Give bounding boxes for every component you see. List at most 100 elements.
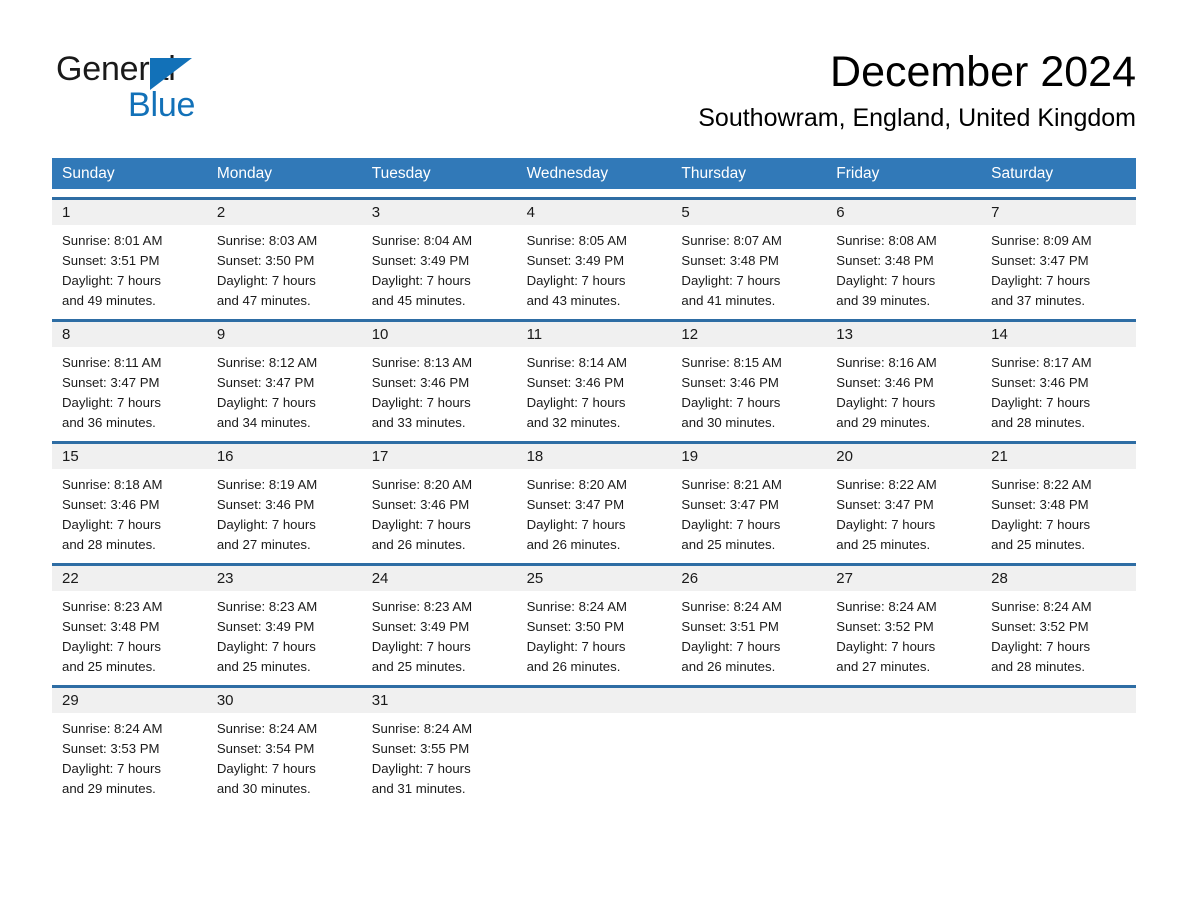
day-cell[interactable]: 2 Sunrise: 8:03 AM Sunset: 3:50 PM Dayli… xyxy=(206,200,362,311)
day-cell[interactable]: 9 Sunrise: 8:12 AM Sunset: 3:47 PM Dayli… xyxy=(206,322,362,433)
sunset-text: Sunset: 3:46 PM xyxy=(371,375,470,390)
day-cell[interactable]: 30 Sunrise: 8:24 AM Sunset: 3:54 PM Dayl… xyxy=(206,688,362,799)
day-info: Sunrise: 8:13 AM Sunset: 3:46 PM Dayligh… xyxy=(362,347,517,433)
sunset-text: Sunset: 3:48 PM xyxy=(62,619,160,634)
day-cell[interactable]: 1 Sunrise: 8:01 AM Sunset: 3:51 PM Dayli… xyxy=(52,200,207,311)
day-info: Sunrise: 8:07 AM Sunset: 3:48 PM Dayligh… xyxy=(671,225,826,311)
daylight-text-line1: Daylight: 7 hours xyxy=(216,761,316,776)
daylight-text-line2: and 27 minutes. xyxy=(836,659,931,674)
day-number: 20 xyxy=(826,444,982,469)
day-cell[interactable]: 16 Sunrise: 8:19 AM Sunset: 3:46 PM Dayl… xyxy=(206,444,362,555)
day-cell[interactable]: 31 Sunrise: 8:24 AM Sunset: 3:55 PM Dayl… xyxy=(361,688,517,799)
day-number: 21 xyxy=(981,444,1136,469)
day-cell[interactable]: 28 Sunrise: 8:24 AM Sunset: 3:52 PM Dayl… xyxy=(981,566,1136,677)
day-cell[interactable]: 10 Sunrise: 8:13 AM Sunset: 3:46 PM Dayl… xyxy=(361,322,517,433)
daylight-text-line1: Daylight: 7 hours xyxy=(62,273,161,288)
sunrise-text: Sunrise: 8:23 AM xyxy=(62,599,163,614)
daylight-text-line1: Daylight: 7 hours xyxy=(371,639,471,654)
sunrise-text: Sunrise: 8:24 AM xyxy=(62,721,163,736)
day-info: Sunrise: 8:18 AM Sunset: 3:46 PM Dayligh… xyxy=(52,469,207,555)
day-info: Sunrise: 8:21 AM Sunset: 3:47 PM Dayligh… xyxy=(671,469,826,555)
day-cell[interactable]: 20 Sunrise: 8:22 AM Sunset: 3:47 PM Dayl… xyxy=(826,444,982,555)
daylight-text-line1: Daylight: 7 hours xyxy=(371,761,471,776)
daylight-text-line1: Daylight: 7 hours xyxy=(371,395,471,410)
day-info: Sunrise: 8:24 AM Sunset: 3:55 PM Dayligh… xyxy=(362,713,517,799)
sunset-text: Sunset: 3:46 PM xyxy=(371,497,470,512)
daylight-text-line1: Daylight: 7 hours xyxy=(216,273,316,288)
sunset-text: Sunset: 3:53 PM xyxy=(62,741,160,756)
day-cell[interactable]: 24 Sunrise: 8:23 AM Sunset: 3:49 PM Dayl… xyxy=(361,566,517,677)
day-info: Sunrise: 8:23 AM Sunset: 3:49 PM Dayligh… xyxy=(207,591,362,677)
day-cell[interactable]: 5 Sunrise: 8:07 AM Sunset: 3:48 PM Dayli… xyxy=(671,200,827,311)
day-cell[interactable]: 19 Sunrise: 8:21 AM Sunset: 3:47 PM Dayl… xyxy=(671,444,827,555)
day-cell[interactable]: 8 Sunrise: 8:11 AM Sunset: 3:47 PM Dayli… xyxy=(52,322,207,433)
day-cell[interactable]: 13 Sunrise: 8:16 AM Sunset: 3:46 PM Dayl… xyxy=(826,322,982,433)
week-row: 15 Sunrise: 8:18 AM Sunset: 3:46 PM Dayl… xyxy=(52,441,1136,555)
sunset-text: Sunset: 3:49 PM xyxy=(526,253,625,268)
day-info: Sunrise: 8:23 AM Sunset: 3:48 PM Dayligh… xyxy=(52,591,207,677)
day-info: Sunrise: 8:16 AM Sunset: 3:46 PM Dayligh… xyxy=(826,347,981,433)
day-cell[interactable]: 7 Sunrise: 8:09 AM Sunset: 3:47 PM Dayli… xyxy=(981,200,1136,311)
logo-text-blue: Blue xyxy=(128,86,196,124)
daylight-text-line2: and 26 minutes. xyxy=(526,537,621,552)
daylight-text-line1: Daylight: 7 hours xyxy=(62,761,161,776)
day-cell[interactable]: 14 Sunrise: 8:17 AM Sunset: 3:46 PM Dayl… xyxy=(981,322,1136,433)
day-cell[interactable]: 26 Sunrise: 8:24 AM Sunset: 3:51 PM Dayl… xyxy=(671,566,827,677)
daylight-text-line2: and 30 minutes. xyxy=(216,781,311,796)
daylight-text-line2: and 26 minutes. xyxy=(526,659,621,674)
sunrise-text: Sunrise: 8:18 AM xyxy=(62,477,163,492)
sunrise-text: Sunrise: 8:15 AM xyxy=(681,355,782,370)
day-cell[interactable]: 18 Sunrise: 8:20 AM Sunset: 3:47 PM Dayl… xyxy=(516,444,672,555)
day-cell[interactable]: 22 Sunrise: 8:23 AM Sunset: 3:48 PM Dayl… xyxy=(52,566,207,677)
day-cell-empty xyxy=(671,688,827,799)
weekday-header-saturday: Saturday xyxy=(991,165,1054,182)
sunrise-text: Sunrise: 8:05 AM xyxy=(526,233,627,248)
day-number: 27 xyxy=(826,566,982,591)
day-info: Sunrise: 8:03 AM Sunset: 3:50 PM Dayligh… xyxy=(207,225,362,311)
day-info: Sunrise: 8:24 AM Sunset: 3:52 PM Dayligh… xyxy=(981,591,1136,677)
day-cell[interactable]: 27 Sunrise: 8:24 AM Sunset: 3:52 PM Dayl… xyxy=(826,566,982,677)
day-info xyxy=(981,713,1136,719)
sunset-text: Sunset: 3:51 PM xyxy=(681,619,779,634)
day-number: 13 xyxy=(826,322,982,347)
day-number: 17 xyxy=(361,444,517,469)
day-cell[interactable]: 17 Sunrise: 8:20 AM Sunset: 3:46 PM Dayl… xyxy=(361,444,517,555)
day-number: 19 xyxy=(671,444,827,469)
day-cell[interactable]: 12 Sunrise: 8:15 AM Sunset: 3:46 PM Dayl… xyxy=(671,322,827,433)
day-number: 16 xyxy=(206,444,362,469)
day-number: 28 xyxy=(981,566,1136,591)
page-title: December 2024 xyxy=(830,48,1136,96)
daylight-text-line2: and 25 minutes. xyxy=(681,537,776,552)
daylight-text-line2: and 31 minutes. xyxy=(371,781,466,796)
day-number: 18 xyxy=(516,444,672,469)
day-cell[interactable]: 3 Sunrise: 8:04 AM Sunset: 3:49 PM Dayli… xyxy=(361,200,517,311)
day-cell[interactable]: 15 Sunrise: 8:18 AM Sunset: 3:46 PM Dayl… xyxy=(52,444,207,555)
day-cell[interactable]: 6 Sunrise: 8:08 AM Sunset: 3:48 PM Dayli… xyxy=(826,200,982,311)
day-info: Sunrise: 8:20 AM Sunset: 3:46 PM Dayligh… xyxy=(362,469,517,555)
daylight-text-line1: Daylight: 7 hours xyxy=(836,517,936,532)
day-cell[interactable]: 21 Sunrise: 8:22 AM Sunset: 3:48 PM Dayl… xyxy=(981,444,1136,555)
sunset-text: Sunset: 3:52 PM xyxy=(991,619,1089,634)
sunset-text: Sunset: 3:46 PM xyxy=(526,375,625,390)
weekday-header-sunday: Sunday xyxy=(62,165,115,182)
day-number: 25 xyxy=(516,566,672,591)
day-info: Sunrise: 8:22 AM Sunset: 3:48 PM Dayligh… xyxy=(981,469,1136,555)
day-cell[interactable]: 23 Sunrise: 8:23 AM Sunset: 3:49 PM Dayl… xyxy=(206,566,362,677)
day-cell[interactable]: 29 Sunrise: 8:24 AM Sunset: 3:53 PM Dayl… xyxy=(52,688,207,799)
daylight-text-line2: and 43 minutes. xyxy=(526,293,621,308)
day-number xyxy=(826,688,982,713)
daylight-text-line2: and 37 minutes. xyxy=(991,293,1085,308)
daylight-text-line2: and 47 minutes. xyxy=(216,293,311,308)
sunrise-text: Sunrise: 8:09 AM xyxy=(991,233,1092,248)
day-cell[interactable]: 11 Sunrise: 8:14 AM Sunset: 3:46 PM Dayl… xyxy=(516,322,672,433)
daylight-text-line2: and 39 minutes. xyxy=(836,293,931,308)
calendar-grid: Sunday Monday Tuesday Wednesday Thursday… xyxy=(52,158,1136,799)
day-info: Sunrise: 8:04 AM Sunset: 3:49 PM Dayligh… xyxy=(362,225,517,311)
page-header: General Blue December 2024 Southowram, E… xyxy=(0,0,1188,140)
daylight-text-line1: Daylight: 7 hours xyxy=(681,273,781,288)
day-cell[interactable]: 25 Sunrise: 8:24 AM Sunset: 3:50 PM Dayl… xyxy=(516,566,672,677)
weekday-header-tuesday: Tuesday xyxy=(371,165,431,182)
day-cell[interactable]: 4 Sunrise: 8:05 AM Sunset: 3:49 PM Dayli… xyxy=(516,200,672,311)
sunrise-text: Sunrise: 8:08 AM xyxy=(836,233,937,248)
day-info xyxy=(517,713,672,719)
